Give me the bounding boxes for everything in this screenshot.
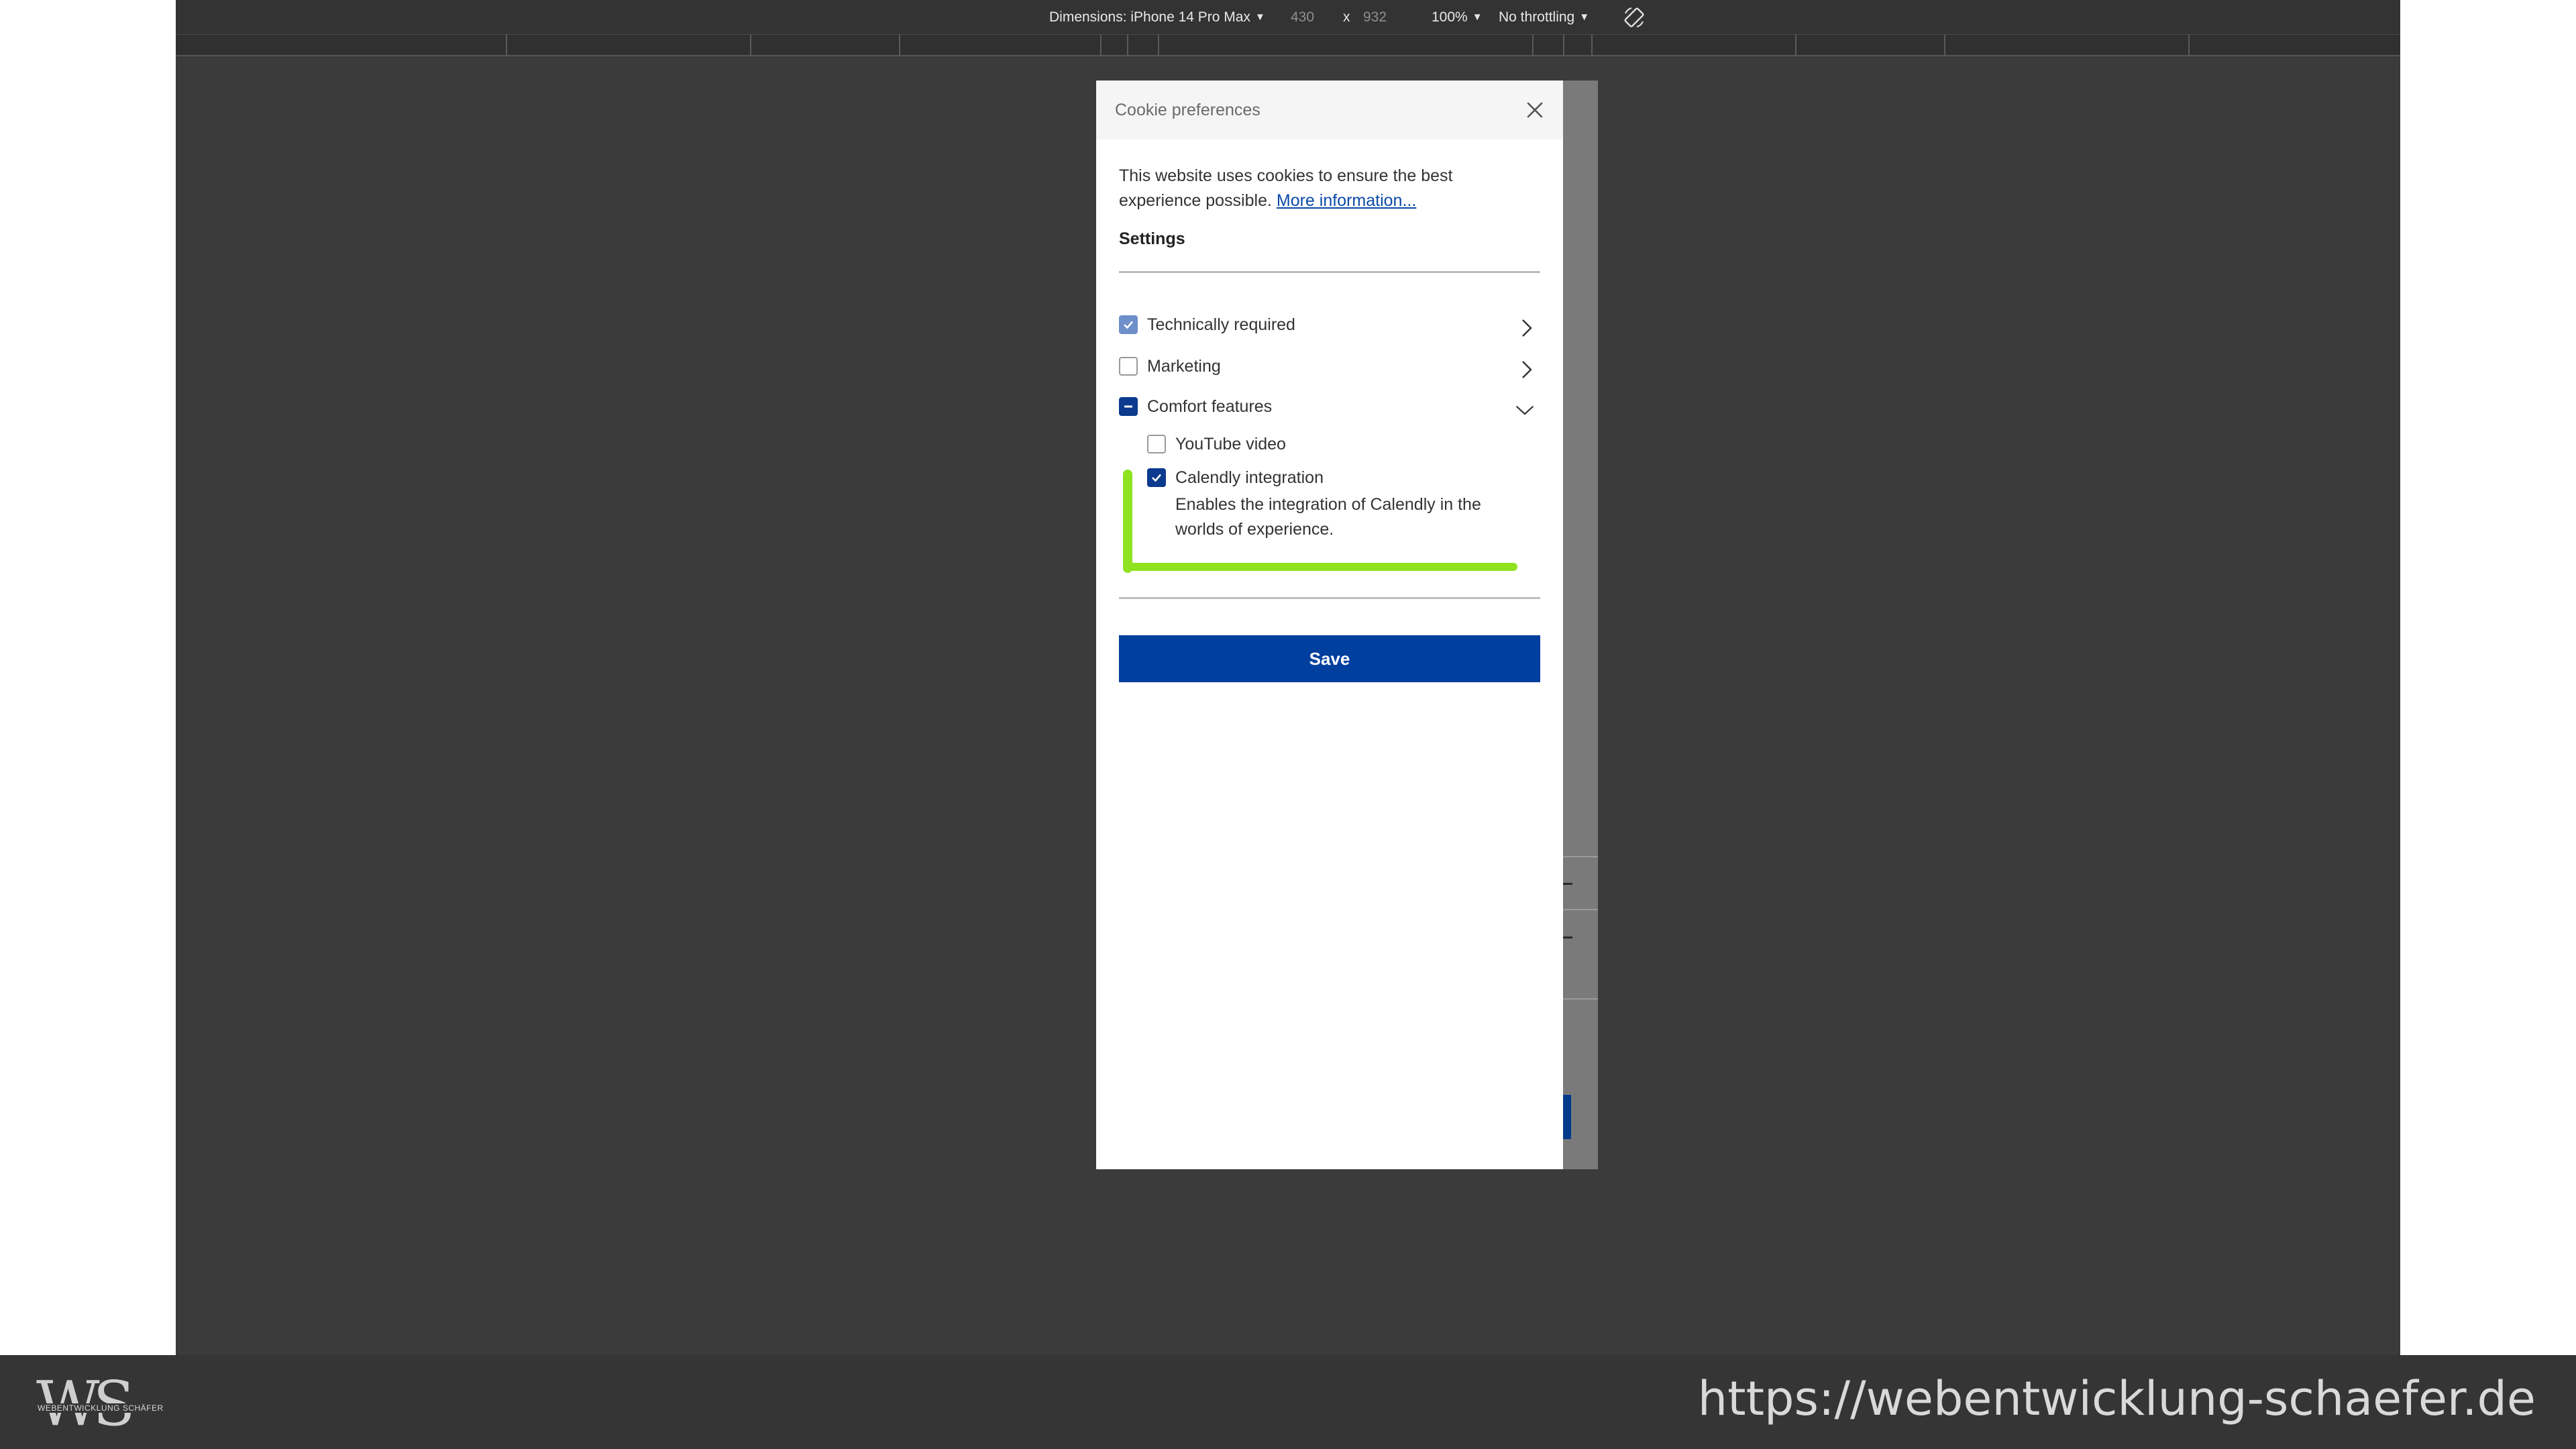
throttling-selector[interactable]: No throttling ▼ bbox=[1499, 9, 1589, 25]
website-url: https://webentwicklung-schaefer.de bbox=[1697, 1371, 2536, 1426]
rotate-icon[interactable] bbox=[1622, 5, 1646, 30]
logo-subtitle: WEBENTWICKLUNG SCHÄFER bbox=[38, 1403, 164, 1413]
settings-heading: Settings bbox=[1119, 229, 1185, 248]
dimension-separator: x bbox=[1343, 9, 1350, 25]
caret-down-icon: ▼ bbox=[1254, 11, 1265, 23]
technically-required-label: Technically required bbox=[1147, 315, 1295, 334]
chevron-right-icon[interactable] bbox=[1516, 318, 1536, 338]
marketing-checkbox[interactable] bbox=[1119, 357, 1138, 376]
dialog-header: Cookie preferences bbox=[1096, 80, 1563, 140]
ws-logo: WS WEBENTWICKLUNG SCHÄFER bbox=[36, 1373, 164, 1435]
screen: Dimensions: iPhone 14 Pro Max ▼ 430 x 932… bbox=[0, 0, 2576, 1449]
highlight-marker-vertical bbox=[1123, 470, 1132, 573]
caret-down-icon: ▼ bbox=[1579, 11, 1590, 23]
close-icon[interactable] bbox=[1521, 97, 1548, 123]
zoom-label: 100% bbox=[1432, 9, 1468, 25]
save-button[interactable]: Save bbox=[1119, 635, 1540, 682]
media-query-ruler bbox=[176, 35, 2400, 56]
zoom-selector[interactable]: 100% ▼ bbox=[1432, 9, 1483, 25]
caret-down-icon: ▼ bbox=[1472, 11, 1483, 23]
background-button-edge bbox=[1562, 1095, 1571, 1139]
youtube-video-label: YouTube video bbox=[1175, 435, 1286, 453]
divider bbox=[1119, 597, 1540, 599]
more-information-link[interactable]: More information... bbox=[1277, 191, 1416, 210]
chevron-down-icon[interactable] bbox=[1515, 400, 1535, 420]
device-toolbar: Dimensions: iPhone 14 Pro Max ▼ 430 x 932… bbox=[176, 0, 2400, 35]
sub-item-youtube-video[interactable]: YouTube video bbox=[1147, 431, 1523, 458]
cookie-preferences-dialog: Cookie preferences This website uses coo… bbox=[1096, 80, 1563, 1169]
marketing-label: Marketing bbox=[1147, 357, 1221, 376]
device-selector[interactable]: Dimensions: iPhone 14 Pro Max ▼ bbox=[1049, 9, 1265, 25]
sub-item-calendly-integration[interactable]: Calendly integration bbox=[1147, 464, 1523, 491]
width-input[interactable]: 430 bbox=[1291, 9, 1314, 25]
intro-paragraph: This website uses cookies to ensure the … bbox=[1119, 164, 1521, 213]
category-marketing[interactable]: Marketing bbox=[1119, 353, 1540, 380]
throttling-label: No throttling bbox=[1499, 9, 1575, 25]
chevron-right-icon[interactable] bbox=[1516, 360, 1536, 380]
device-selector-label: Dimensions: iPhone 14 Pro Max bbox=[1049, 9, 1250, 25]
youtube-video-checkbox[interactable] bbox=[1147, 435, 1166, 453]
dialog-title: Cookie preferences bbox=[1115, 101, 1260, 119]
category-comfort-features[interactable]: Comfort features bbox=[1119, 393, 1540, 420]
technically-required-checkbox[interactable] bbox=[1119, 315, 1138, 334]
comfort-features-checkbox[interactable] bbox=[1119, 397, 1138, 416]
calendly-integration-label: Calendly integration bbox=[1175, 468, 1324, 487]
height-input[interactable]: 932 bbox=[1363, 9, 1387, 25]
comfort-features-label: Comfort features bbox=[1147, 397, 1273, 416]
calendly-integration-checkbox[interactable] bbox=[1147, 468, 1166, 487]
divider bbox=[1119, 271, 1540, 273]
highlight-marker-horizontal bbox=[1123, 563, 1517, 571]
category-technically-required[interactable]: Technically required bbox=[1119, 311, 1540, 338]
calendly-description: Enables the integration of Calendly in t… bbox=[1175, 495, 1481, 539]
